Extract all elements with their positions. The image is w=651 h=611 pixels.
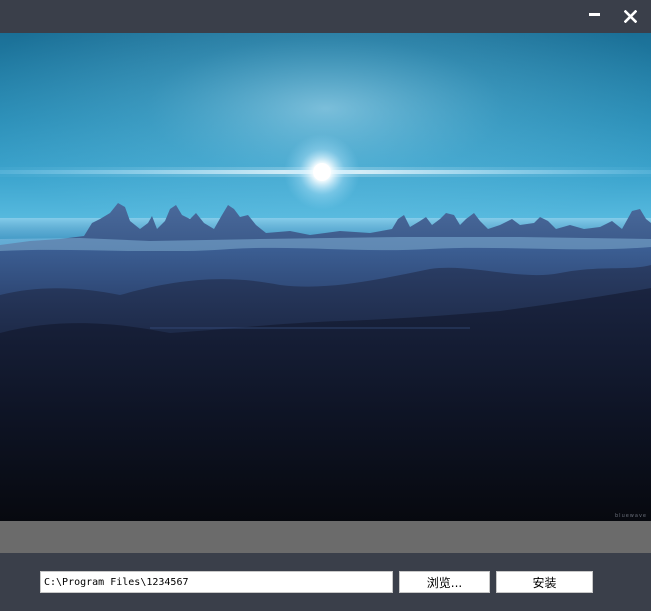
install-button[interactable]: 安装: [496, 571, 593, 593]
minimize-button[interactable]: [582, 5, 606, 27]
hero-landscape-image: bluewave: [0, 33, 651, 521]
title-bar: [0, 0, 651, 33]
install-path-input[interactable]: [40, 571, 393, 593]
hero-watermark: bluewave: [615, 513, 647, 519]
browse-button[interactable]: 浏览...: [399, 571, 490, 593]
close-button[interactable]: [618, 5, 642, 27]
install-panel: 浏览... 安装: [0, 553, 651, 611]
minimize-icon: [588, 13, 600, 16]
progress-bar: [0, 521, 651, 553]
close-icon: [623, 9, 637, 23]
installer-window: bluewave 浏览... 安装: [0, 0, 651, 611]
